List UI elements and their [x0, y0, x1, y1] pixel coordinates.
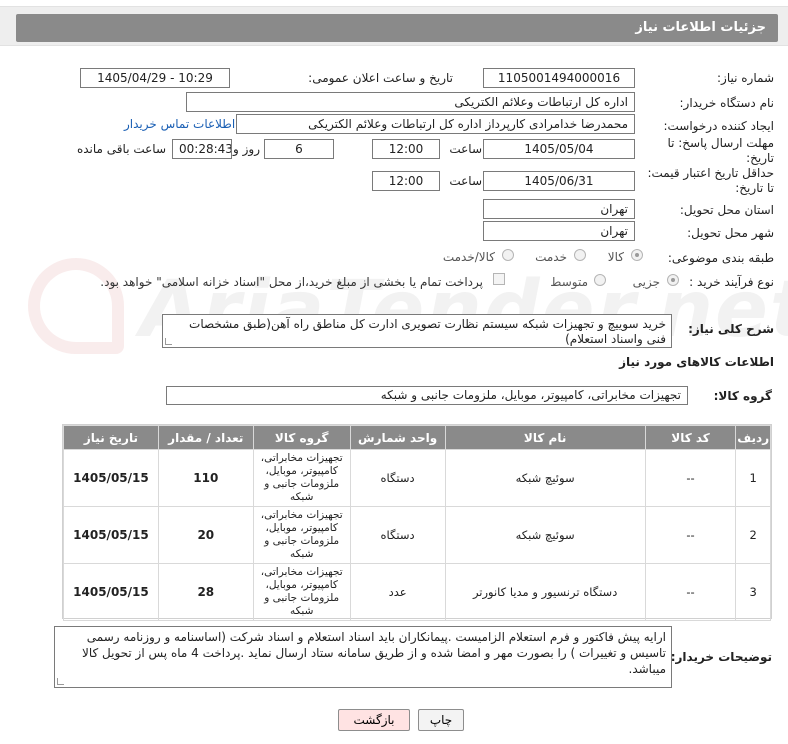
- cell-name: سوئیچ شبکه: [444, 506, 646, 564]
- remaining-time-field: 00:28:43: [172, 139, 232, 159]
- cell-date: 1405/05/15: [63, 449, 159, 507]
- col-unit: واحد شمارش: [349, 425, 446, 450]
- page-header: جزئیات اطلاعات نیاز: [0, 6, 788, 46]
- col-group: گروه کالا: [252, 425, 351, 450]
- price-validity-label: حداقل تاریخ اعتبار قیمت: تا تاریخ:: [647, 166, 774, 195]
- buyer-org-label: نام دستگاه خریدار:: [679, 96, 775, 110]
- cell-qty: 28: [157, 563, 254, 621]
- price-date-field: 1405/06/31: [483, 171, 635, 191]
- cell-group: تجهیزات مخابراتی، کامپیوتر، موبایل، ملزو…: [252, 449, 351, 507]
- treasury-payment-checkbox[interactable]: [493, 273, 505, 285]
- summary-label: شرح کلی نیاز:: [688, 322, 774, 336]
- summary-textarea[interactable]: خرید سوییچ و تجهیزات شبکه سیستم نظارت تص…: [162, 314, 672, 348]
- buyer-org-field: اداره کل ارتباطات وعلائم الکتریکی: [186, 92, 635, 112]
- cell-row: 3: [735, 563, 771, 621]
- category-label: طبقه بندی موضوعی:: [667, 251, 774, 265]
- buyer-notes-textarea[interactable]: ارایه پیش فاکتور و فرم استعلام الزامیست …: [54, 626, 672, 688]
- table-row: 1 -- سوئیچ شبکه دستگاه تجهیزات مخابراتی،…: [63, 449, 771, 507]
- buyer-notes-label: توضیحات خریدار:: [670, 650, 772, 664]
- goods-group-label: گروه کالا:: [713, 389, 772, 403]
- cell-unit: عدد: [349, 563, 446, 621]
- col-qty: تعداد / مقدار: [157, 425, 254, 450]
- treasury-payment-text: پرداخت تمام یا بخشی از مبلغ خرید،از محل …: [100, 275, 483, 289]
- cell-date: 1405/05/15: [63, 506, 159, 564]
- print-button[interactable]: چاپ: [418, 709, 464, 731]
- buyer-contact-link[interactable]: اطلاعات تماس خریدار: [124, 117, 235, 131]
- reply-deadline-label: مهلت ارسال پاسخ: تا تاریخ:: [667, 136, 774, 165]
- goods-table: ردیف کد کالا نام کالا واحد شمارش گروه کا…: [62, 424, 772, 621]
- cell-unit: دستگاه: [349, 506, 446, 564]
- city-label: شهر محل تحویل:: [687, 226, 774, 240]
- need-number-label: شماره نیاز:: [717, 71, 774, 85]
- cell-group: تجهیزات مخابراتی، کامپیوتر، موبایل، ملزو…: [252, 563, 351, 621]
- category-option-goods-service: کالا/خدمت: [442, 250, 495, 264]
- table-row: 3 -- دستگاه ترنسیور و مدیا کانورتر عدد ت…: [63, 563, 771, 621]
- category-radio-goods[interactable]: [631, 249, 643, 261]
- watermark-logo: [28, 258, 124, 354]
- cell-date: 1405/05/15: [63, 563, 159, 621]
- remaining-time-label: ساعت باقی مانده: [76, 142, 166, 156]
- reply-date-field: 1405/05/04: [483, 139, 635, 159]
- resize-handle-icon[interactable]: [57, 678, 64, 685]
- category-option-goods: کالا: [607, 250, 624, 264]
- col-date: تاریخ نیاز: [63, 425, 159, 450]
- process-option-medium: متوسط: [550, 275, 588, 289]
- reply-time-label: ساعت: [449, 142, 482, 156]
- cell-row: 1: [735, 449, 771, 507]
- days-label: روز و: [233, 142, 260, 156]
- cell-code: --: [644, 506, 737, 564]
- province-label: استان محل تحویل:: [679, 203, 774, 217]
- col-code: کد کالا: [644, 425, 737, 450]
- reply-time-field: 12:00: [372, 139, 440, 159]
- cell-group: تجهیزات مخابراتی، کامپیوتر، موبایل، ملزو…: [252, 506, 351, 564]
- col-row: ردیف: [735, 425, 771, 450]
- back-button[interactable]: بازگشت: [338, 709, 410, 731]
- process-radio-minor[interactable]: [667, 274, 679, 286]
- table-header-row: ردیف کد کالا نام کالا واحد شمارش گروه کا…: [63, 425, 771, 450]
- process-label: نوع فرآیند خرید :: [689, 275, 774, 289]
- buyer-notes-text: ارایه پیش فاکتور و فرم استعلام الزامیست …: [82, 630, 666, 676]
- cell-name: سوئیچ شبکه: [444, 449, 646, 507]
- announce-field: 1405/04/29 - 10:29: [80, 68, 230, 88]
- header-bar: جزئیات اطلاعات نیاز: [16, 14, 778, 42]
- announce-label: تاریخ و ساعت اعلان عمومی:: [308, 71, 453, 85]
- page: AriaTender.net جزئیات اطلاعات نیاز شماره…: [0, 0, 788, 744]
- process-radio-medium[interactable]: [594, 274, 606, 286]
- resize-handle-icon[interactable]: [165, 338, 172, 345]
- category-radio-service[interactable]: [574, 249, 586, 261]
- cell-code: --: [644, 449, 737, 507]
- price-time-field: 12:00: [372, 171, 440, 191]
- creator-field: محمدرضا خدامرادی کارپرداز اداره کل ارتبا…: [236, 114, 635, 134]
- cell-name: دستگاه ترنسیور و مدیا کانورتر: [444, 563, 646, 621]
- cell-row: 2: [735, 506, 771, 564]
- table-row: 2 -- سوئیچ شبکه دستگاه تجهیزات مخابراتی،…: [63, 506, 771, 564]
- cell-qty: 20: [157, 506, 254, 564]
- creator-label: ایجاد کننده درخواست:: [663, 119, 774, 133]
- process-option-minor: جزیی: [632, 275, 660, 289]
- category-radio-goods-service[interactable]: [502, 249, 514, 261]
- cell-unit: دستگاه: [349, 449, 446, 507]
- cell-code: --: [644, 563, 737, 621]
- col-name: نام کالا: [444, 425, 646, 450]
- price-time-label: ساعت: [449, 174, 482, 188]
- page-title: جزئیات اطلاعات نیاز: [635, 20, 766, 35]
- need-number-field: 1105001494000016: [483, 68, 635, 88]
- cell-qty: 110: [157, 449, 254, 507]
- goods-group-field: تجهیزات مخابراتی، کامپیوتر، موبایل، ملزو…: [166, 386, 688, 405]
- category-option-service: خدمت: [535, 250, 567, 264]
- goods-section-title: اطلاعات کالاهای مورد نیاز: [619, 355, 774, 369]
- city-field: تهران: [483, 221, 635, 241]
- summary-text: خرید سوییچ و تجهیزات شبکه سیستم نظارت تص…: [189, 317, 666, 346]
- province-field: تهران: [483, 199, 635, 219]
- days-field: 6: [264, 139, 334, 159]
